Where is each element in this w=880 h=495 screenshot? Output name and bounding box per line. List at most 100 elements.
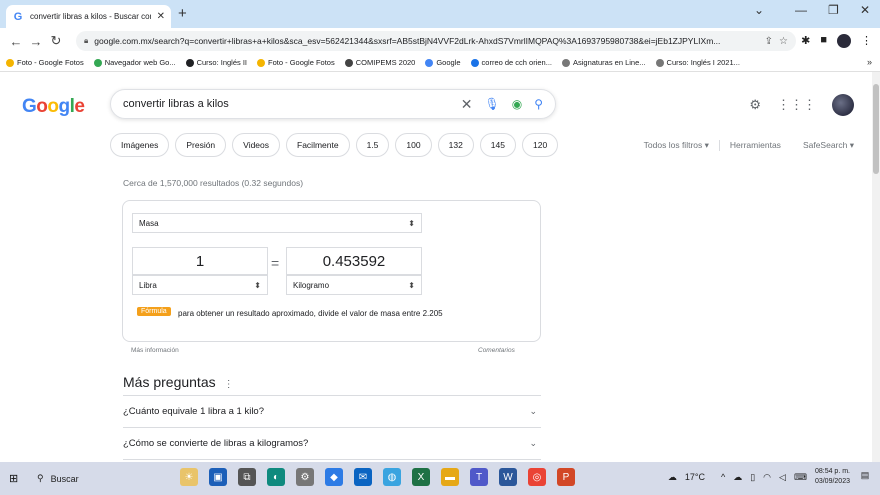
- to-value-input[interactable]: 0.453592: [286, 247, 422, 275]
- url-text[interactable]: google.com.mx/search?q=convertir+libras+…: [94, 36, 758, 46]
- speaker-icon[interactable]: ◁: [779, 472, 786, 483]
- bookmarks-overflow-icon[interactable]: »: [867, 57, 872, 67]
- address-bar[interactable]: 🔒︎ google.com.mx/search?q=convertir+libr…: [76, 31, 796, 51]
- keyboard-icon[interactable]: ⌨: [794, 472, 807, 483]
- task-view-icon[interactable]: ⧉: [238, 468, 256, 486]
- side-panel-icon[interactable]: ■: [820, 34, 827, 48]
- mail-icon[interactable]: ✉: [354, 468, 372, 486]
- bookmark-star-icon[interactable]: ☆: [779, 36, 788, 47]
- bookmark-item[interactable]: Foto - Google Fotos: [257, 58, 335, 67]
- filter-chip[interactable]: Presión: [175, 133, 227, 157]
- tools-button[interactable]: Herramientas: [730, 140, 781, 151]
- battery-icon[interactable]: ▯: [750, 472, 755, 483]
- more-info-link[interactable]: Más información: [131, 347, 179, 354]
- taskbar-clock[interactable]: 08:54 p. m. 03/09/2023: [815, 467, 850, 487]
- lens-camera-icon[interactable]: ◉: [512, 97, 522, 111]
- from-unit-select[interactable]: Libra ⬍: [132, 275, 268, 295]
- all-filters-dropdown[interactable]: Todos los filtros ▾: [644, 140, 709, 151]
- browser-tab[interactable]: G convertir libras a kilos - Buscar con …: [6, 5, 171, 28]
- bookmark-item[interactable]: Foto - Google Fotos: [6, 58, 84, 67]
- select-arrows-icon: ⬍: [408, 280, 415, 290]
- search-tools: Todos los filtros ▾ Herramientas SafeSea…: [644, 140, 854, 151]
- tray-expand-icon[interactable]: ^: [721, 472, 725, 482]
- paa-question[interactable]: ¿Cómo se convierte de libras a kilogramo…: [123, 427, 541, 459]
- paa-question[interactable]: ¿Cuánto equivale 1 libra a 1 kilo? ⌄: [123, 395, 541, 427]
- feedback-link[interactable]: Comentarios: [478, 347, 515, 354]
- taskbar-search-label: Buscar: [50, 473, 79, 484]
- new-tab-button[interactable]: +: [178, 5, 187, 23]
- tab-close-icon[interactable]: ✕: [157, 11, 165, 22]
- browser-menu-icon[interactable]: ⋮: [861, 34, 872, 48]
- logo-letter: o: [36, 96, 48, 117]
- search-box[interactable]: convertir libras a kilos ✕ 🎙︎ ◉ ⚲: [110, 89, 556, 119]
- file-explorer-icon[interactable]: ▣: [209, 468, 227, 486]
- bookmark-favicon-icon: [470, 58, 479, 67]
- settings-app-icon[interactable]: ⚙: [296, 468, 314, 486]
- weather-temp[interactable]: 17°C: [685, 472, 705, 482]
- filter-chip[interactable]: 120: [521, 133, 559, 157]
- lock-icon[interactable]: 🔒︎: [84, 36, 88, 46]
- bookmark-item[interactable]: Curso: Inglés I 2021...: [655, 58, 740, 67]
- weather-icon[interactable]: ☁: [668, 472, 677, 483]
- restore-icon[interactable]: ❐: [828, 3, 839, 17]
- scrollbar-thumb[interactable]: [873, 84, 879, 174]
- filter-chip[interactable]: Videos: [232, 133, 281, 157]
- extensions-puzzle-icon[interactable]: ✱: [801, 34, 810, 48]
- filter-chip[interactable]: Facilmente: [286, 133, 350, 157]
- google-logo[interactable]: Google: [22, 96, 85, 118]
- powerpoint-icon[interactable]: P: [557, 468, 575, 486]
- notes-icon[interactable]: ▬: [441, 468, 459, 486]
- from-unit-value: Libra: [139, 280, 157, 290]
- microphone-icon[interactable]: 🎙︎: [484, 97, 499, 111]
- window-close-icon[interactable]: ✕: [860, 3, 870, 17]
- back-arrow-icon[interactable]: ←: [6, 34, 26, 49]
- bookmark-item[interactable]: COMIPEMS 2020: [344, 58, 415, 67]
- profile-avatar[interactable]: [837, 34, 851, 48]
- quantity-select[interactable]: Masa ⬍: [132, 213, 422, 233]
- filter-chip[interactable]: 145: [479, 133, 516, 157]
- bookmark-item[interactable]: correo de cch orien...: [470, 58, 552, 67]
- share-icon[interactable]: ⇪: [765, 36, 773, 47]
- chrome-icon[interactable]: ◎: [528, 468, 546, 486]
- to-unit-value: Kilogramo: [293, 280, 330, 290]
- edge-icon[interactable]: ◐: [267, 468, 285, 486]
- settings-gear-icon[interactable]: ⚙: [749, 97, 761, 113]
- safesearch-dropdown[interactable]: SafeSearch ▾: [803, 140, 854, 151]
- search-icon: ⚲: [37, 473, 44, 483]
- from-value-input[interactable]: 1: [132, 247, 268, 275]
- bookmark-label: Curso: Inglés II: [196, 58, 248, 67]
- more-options-icon[interactable]: ⋮: [224, 379, 234, 390]
- filter-chip[interactable]: 1.5: [355, 133, 390, 157]
- filter-chip[interactable]: Imágenes: [110, 133, 170, 157]
- windows-start-icon[interactable]: ⊞: [9, 472, 29, 485]
- tab-search-icon[interactable]: ⌄: [754, 3, 764, 17]
- bookmark-item[interactable]: Curso: Inglés II: [185, 58, 248, 67]
- onedrive-icon[interactable]: ☁: [733, 472, 742, 483]
- taskbar-search[interactable]: ⚲ Buscar: [29, 462, 139, 495]
- filter-chip[interactable]: 100: [395, 133, 432, 157]
- word-icon[interactable]: W: [499, 468, 517, 486]
- safesearch-label: SafeSearch: [802, 140, 848, 150]
- widget-icon[interactable]: ☀: [180, 468, 198, 486]
- search-input[interactable]: convertir libras a kilos: [123, 98, 449, 110]
- excel-icon[interactable]: X: [412, 468, 430, 486]
- apps-grid-icon[interactable]: ⋮⋮⋮: [777, 97, 816, 113]
- paa-title-text: Más preguntas: [123, 374, 216, 390]
- teams-app-icon[interactable]: T: [470, 468, 488, 486]
- filter-chip[interactable]: 132: [437, 133, 474, 157]
- search-icon[interactable]: ⚲: [534, 97, 543, 111]
- bookmark-item[interactable]: Asignaturas en Line...: [561, 58, 646, 67]
- account-avatar[interactable]: [832, 94, 854, 116]
- wifi-icon[interactable]: ◠: [763, 472, 771, 483]
- minimize-icon[interactable]: —: [795, 3, 807, 17]
- store-icon[interactable]: ◆: [325, 468, 343, 486]
- notifications-icon[interactable]: ▤: [858, 470, 872, 484]
- bookmark-item[interactable]: Google: [425, 58, 461, 67]
- bookmark-item[interactable]: Navegador web Go...: [93, 58, 176, 67]
- teams-icon[interactable]: ◍: [383, 468, 401, 486]
- forward-arrow-icon[interactable]: →: [26, 34, 46, 49]
- clear-icon[interactable]: ✕: [461, 96, 473, 113]
- bookmark-favicon-icon: [257, 58, 266, 67]
- to-unit-select[interactable]: Kilogramo ⬍: [286, 275, 422, 295]
- reload-icon[interactable]: ↻: [46, 33, 66, 49]
